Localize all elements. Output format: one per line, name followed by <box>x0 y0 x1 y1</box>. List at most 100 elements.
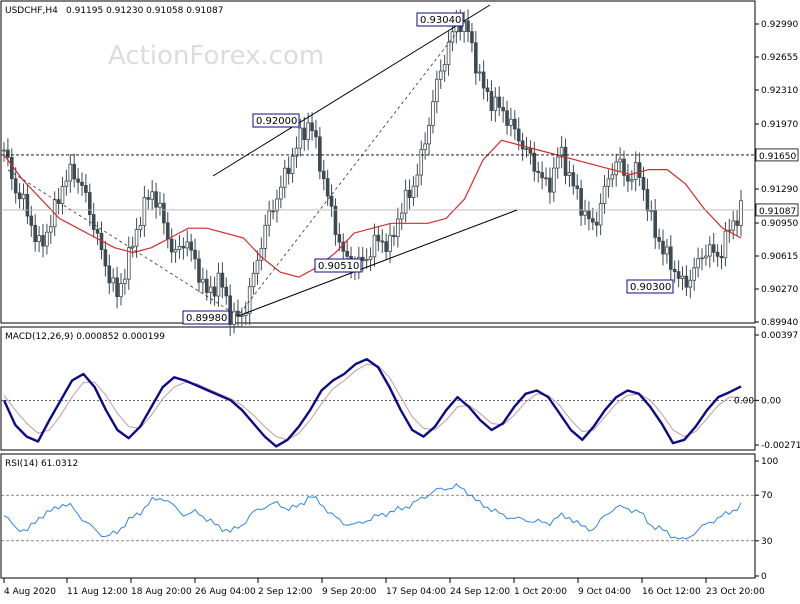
candle-body <box>13 178 18 194</box>
candle-body <box>286 167 291 174</box>
price-tick-label: 0.90950 <box>761 219 798 229</box>
candle-body <box>345 250 349 257</box>
candle-body <box>602 185 607 204</box>
candle-body <box>201 278 205 283</box>
price-tick-label: 0.91290 <box>761 185 798 195</box>
price-tick-label: 0.91970 <box>761 120 798 130</box>
price-tick-label: 0.92310 <box>761 86 798 96</box>
candle-body <box>212 286 217 297</box>
macd-axis: 0.00397 0.00 -0.002713 0.00 <box>734 331 800 451</box>
candle-body <box>360 256 365 262</box>
candle-body <box>68 163 73 182</box>
candle-body <box>438 70 443 80</box>
candle-body <box>384 241 388 252</box>
candle-body <box>446 41 451 65</box>
forex-chart: ActionForex.com USDCHF,H4 0.91195 0.9123… <box>0 0 800 597</box>
candle-body <box>314 130 318 138</box>
candle-body <box>80 181 84 186</box>
candle-body <box>520 140 525 150</box>
candle-body <box>95 229 100 234</box>
candle-body <box>162 202 166 224</box>
candle-body <box>552 167 556 193</box>
price-annotation-label: 0.93040 <box>420 15 461 26</box>
candle-body <box>279 186 283 200</box>
candle-body <box>220 272 225 288</box>
candle-body <box>396 218 400 238</box>
rsi-tick-label: 30 <box>761 537 773 547</box>
candle-body <box>645 189 650 212</box>
candle-body <box>524 148 529 151</box>
candle-body <box>571 172 576 187</box>
candle-body <box>641 177 646 190</box>
time-tick-label: 23 Oct 20:00 <box>706 587 765 597</box>
candle-body <box>91 214 96 230</box>
candle-body <box>87 192 92 216</box>
macd-label: MACD(12,26,9) 0.000852 0.000199 <box>5 332 165 342</box>
candle-body <box>676 271 681 279</box>
candle-body <box>657 236 661 242</box>
time-tick-label: 18 Aug 20:00 <box>131 587 192 597</box>
moving-average-line <box>3 139 742 278</box>
candle-body <box>719 255 724 259</box>
candle-body <box>37 235 41 243</box>
price-tick-label: 0.89940 <box>761 318 798 328</box>
symbol-label: USDCHF,H4 <box>5 6 58 16</box>
candle-body <box>532 152 537 172</box>
candle-body <box>704 255 708 259</box>
time-tick-label: 11 Aug 12:00 <box>67 587 128 597</box>
candle-body <box>76 178 80 183</box>
time-tick-label: 2 Sep 12:00 <box>258 587 313 597</box>
candle-body <box>17 192 22 200</box>
candle-body <box>306 122 310 140</box>
candle-body <box>470 31 474 44</box>
time-tick-label: 1 Oct 20:00 <box>514 587 567 597</box>
candle-body <box>255 259 260 274</box>
candle-body <box>466 20 470 32</box>
candle-body <box>735 220 739 226</box>
time-tick-label: 26 Aug 04:00 <box>195 587 256 597</box>
candle-body <box>723 230 728 259</box>
macd-tick-label: -0.002713 <box>761 441 800 451</box>
candle-body <box>501 106 505 112</box>
candle-body <box>669 246 673 270</box>
candle-body <box>497 96 502 108</box>
candle-body <box>318 136 322 172</box>
candle-body <box>423 143 427 151</box>
current-price-tag-label: 0.91087 <box>759 207 796 217</box>
candle-body <box>263 224 268 249</box>
macd-zero-inline-label: 0.00 <box>734 396 754 406</box>
candle-body <box>372 234 377 258</box>
candle-body <box>333 205 338 235</box>
candle-body <box>142 197 147 226</box>
candle-body <box>282 167 287 188</box>
candle-body <box>637 162 642 178</box>
candle-body <box>216 272 221 297</box>
candle-body <box>181 245 186 249</box>
candle-body <box>271 210 275 213</box>
candle-body <box>25 193 30 217</box>
candle-body <box>208 286 213 293</box>
price-tick-label: 0.92655 <box>761 53 798 63</box>
candle-body <box>392 234 396 238</box>
candle-body <box>251 272 256 288</box>
candle-body <box>103 249 108 267</box>
candle-body <box>407 189 412 198</box>
candle-body <box>150 191 154 200</box>
candle-body <box>107 265 112 284</box>
candle-body <box>399 212 404 220</box>
channel-lower-line <box>237 209 518 317</box>
candle-body <box>665 246 669 255</box>
candle-body <box>185 241 190 249</box>
candle-body <box>700 257 704 260</box>
candle-body <box>653 209 658 238</box>
candle-body <box>540 172 544 179</box>
candle-body <box>513 118 517 130</box>
candle-body <box>72 163 76 180</box>
rsi-label: RSI(14) 61.0312 <box>5 459 78 469</box>
candle-body <box>481 71 486 89</box>
candle-body <box>64 180 69 187</box>
candle-body <box>435 78 439 103</box>
candle-body <box>329 195 334 207</box>
rsi-tick-label: 0 <box>761 572 767 582</box>
candle-body <box>696 258 700 269</box>
